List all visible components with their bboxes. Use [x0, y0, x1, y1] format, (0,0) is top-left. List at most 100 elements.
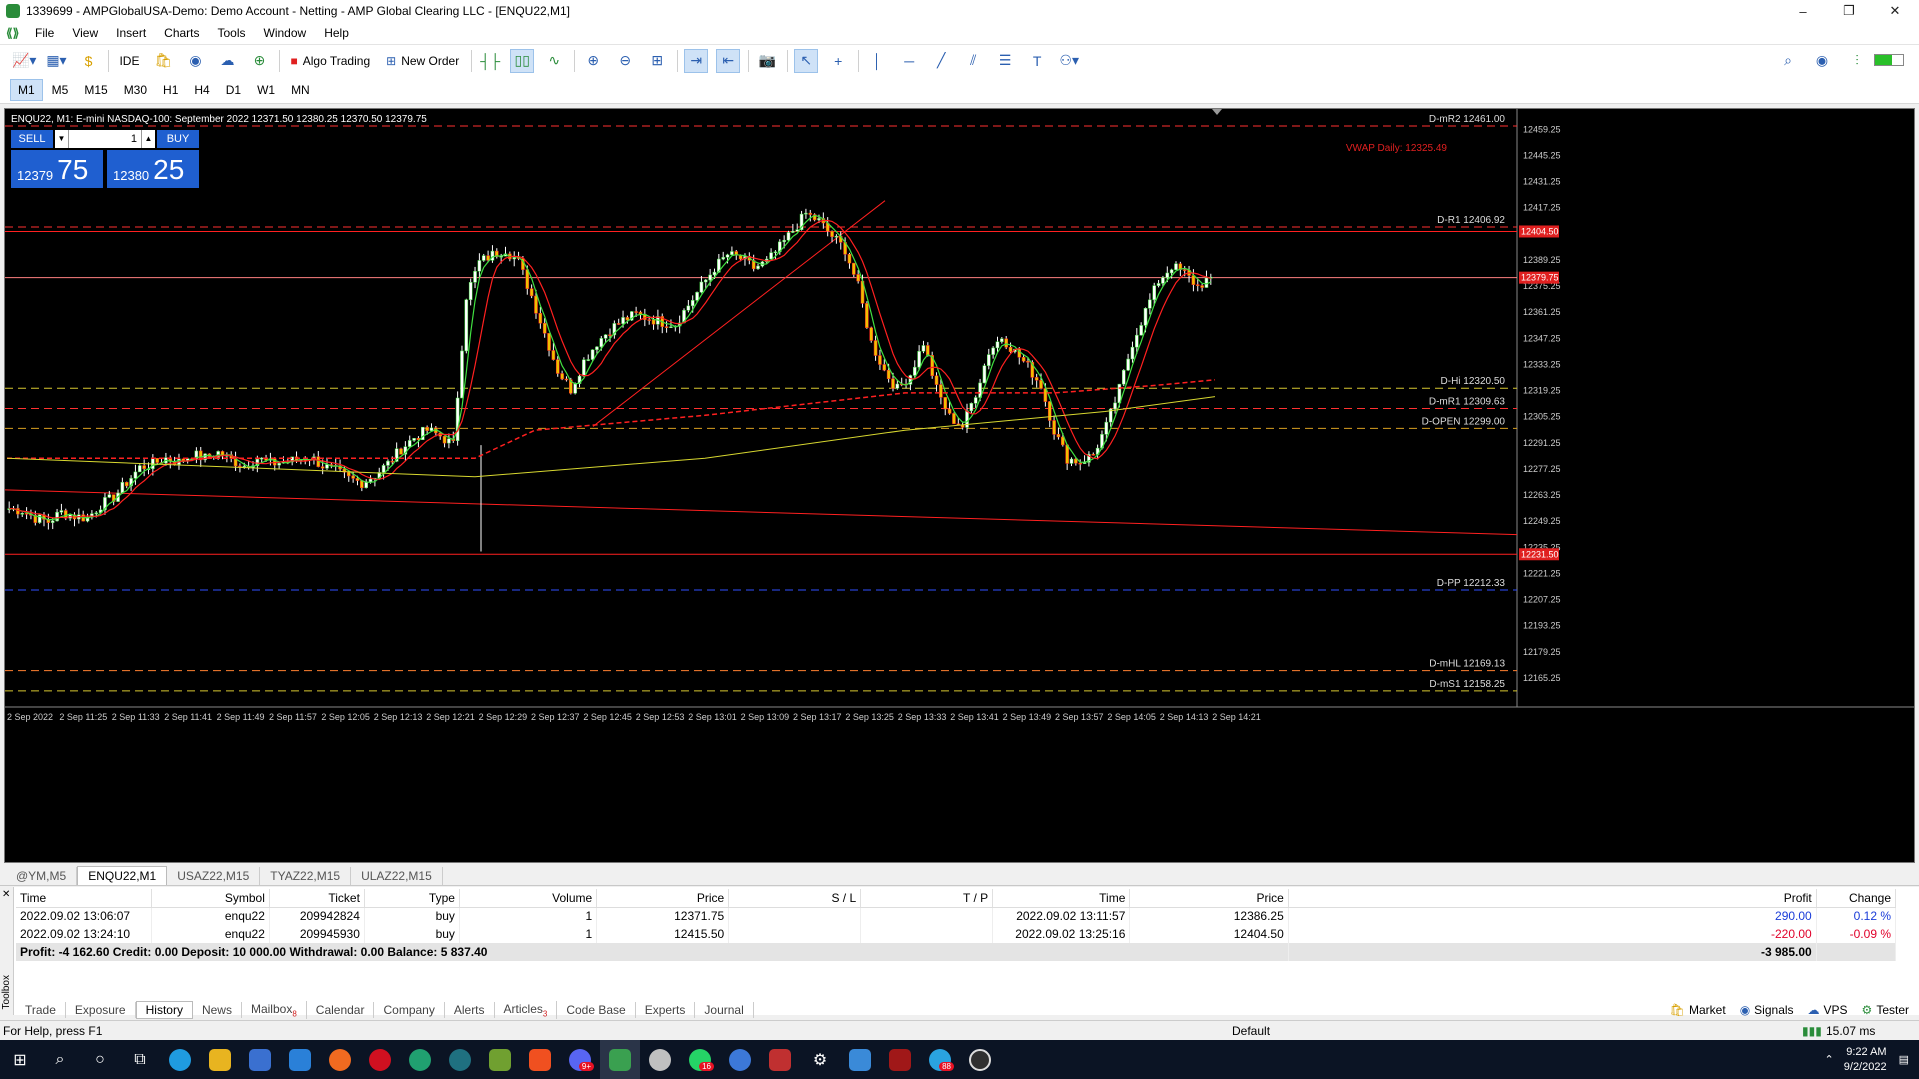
whatsapp-icon[interactable]: 16	[680, 1040, 720, 1079]
tile-windows-icon[interactable]: ⊞	[645, 49, 669, 73]
menu-file[interactable]: File	[26, 26, 63, 40]
tf-d1[interactable]: D1	[219, 80, 248, 100]
menu-view[interactable]: View	[63, 26, 107, 40]
zoom-in-icon[interactable]: ⊕	[581, 49, 605, 73]
ide-button[interactable]: IDE	[115, 49, 143, 73]
vps-icon[interactable]: ☁	[215, 49, 239, 73]
minimize-button[interactable]: –	[1780, 0, 1826, 22]
tf-mn[interactable]: MN	[284, 80, 317, 100]
tab-trade[interactable]: Trade	[16, 1002, 66, 1018]
profiles-icon[interactable]: ▦▾	[44, 49, 68, 73]
tray-chevron-icon[interactable]: ⌃	[1825, 1053, 1834, 1066]
qbittorrent-icon[interactable]	[720, 1040, 760, 1079]
clock[interactable]: 9:22 AM 9/2/2022	[1844, 1045, 1887, 1075]
tab-mailbox[interactable]: Mailbox8	[242, 1000, 307, 1020]
col-type[interactable]: Type	[364, 889, 460, 908]
horizontal-line-icon[interactable]: ─	[897, 49, 921, 73]
tab-experts[interactable]: Experts	[636, 1002, 696, 1018]
app-red-icon[interactable]	[880, 1040, 920, 1079]
price-chart[interactable]: D-mR2 12461.00 D-R1 12406.92 D-Hi 12320.50…	[5, 109, 1915, 863]
tab-calendar[interactable]: Calendar	[307, 1002, 375, 1018]
ask-price-button[interactable]: 12380 25	[107, 150, 199, 188]
tab-company[interactable]: Company	[374, 1002, 445, 1018]
tf-m30[interactable]: M30	[117, 80, 154, 100]
edge-icon[interactable]	[160, 1040, 200, 1079]
windows-start-icon[interactable]: ⊞	[0, 1040, 40, 1079]
task-view-icon[interactable]: ⧉	[120, 1040, 160, 1079]
bid-price-button[interactable]: 12379 75	[11, 150, 103, 188]
auto-scroll-icon[interactable]: ⇥	[684, 48, 709, 73]
discord-icon[interactable]: 9+	[560, 1040, 600, 1079]
chart-tab-tyaz22[interactable]: TYAZ22,M15	[260, 867, 352, 885]
col-tp[interactable]: T / P	[860, 889, 994, 908]
candlestick-icon[interactable]: ▯▯	[510, 48, 535, 73]
text-icon[interactable]: T	[1025, 49, 1049, 73]
menu-tools[interactable]: Tools	[209, 26, 255, 40]
search-icon[interactable]: ⌕	[1776, 48, 1800, 72]
opera-icon[interactable]	[360, 1040, 400, 1079]
new-order-button[interactable]: ⊞ New Order	[382, 49, 463, 73]
chart-tab-ym[interactable]: @YM,M5	[6, 867, 78, 885]
app-globe-icon[interactable]	[440, 1040, 480, 1079]
cursor-icon[interactable]: ↖	[794, 48, 819, 73]
table-row[interactable]: 2022.09.02 13:24:10 enqu22 209945930 buy…	[16, 925, 1897, 943]
notification-icon[interactable]: ▤	[1899, 1053, 1909, 1066]
close-button[interactable]: ✕	[1872, 0, 1918, 22]
tf-m5[interactable]: M5	[45, 80, 76, 100]
chart-tab-ulaz22[interactable]: ULAZ22,M15	[351, 867, 443, 885]
bar-chart-icon[interactable]: ┤├	[478, 49, 502, 73]
channel-icon[interactable]: ⫽	[961, 49, 985, 73]
col-close-time[interactable]: Time	[992, 889, 1131, 908]
tf-h1[interactable]: H1	[156, 80, 185, 100]
metatrader-icon[interactable]	[600, 1040, 640, 1079]
menu-window[interactable]: Window	[255, 26, 316, 40]
search-icon[interactable]: ⌕	[40, 1040, 80, 1079]
cortana-icon[interactable]: ○	[80, 1040, 120, 1079]
chart-tab-usaz22[interactable]: USAZ22,M15	[167, 867, 261, 885]
col-ticket[interactable]: Ticket	[269, 889, 365, 908]
menu-charts[interactable]: Charts	[155, 26, 208, 40]
tf-w1[interactable]: W1	[250, 80, 282, 100]
chart-window[interactable]: D-mR2 12461.00 D-R1 12406.92 D-Hi 12320.50…	[4, 108, 1915, 863]
signals-icon[interactable]: ◉	[183, 49, 207, 73]
account-icon[interactable]: ◉	[1810, 48, 1834, 72]
tab-code-base[interactable]: Code Base	[557, 1002, 636, 1018]
col-change[interactable]: Change	[1816, 889, 1897, 908]
vertical-line-icon[interactable]: │	[865, 49, 889, 73]
chart-shift-icon[interactable]: ⇤	[716, 48, 741, 73]
store-icon[interactable]	[240, 1040, 280, 1079]
symbols-icon[interactable]: $	[76, 49, 100, 73]
chart-type-icon[interactable]: 📈▾	[12, 49, 36, 73]
col-sl[interactable]: S / L	[728, 889, 862, 908]
table-row[interactable]: 2022.09.02 13:06:07 enqu22 209942824 buy…	[16, 907, 1897, 925]
fibonacci-icon[interactable]: ☰	[993, 49, 1017, 73]
mail-icon[interactable]	[280, 1040, 320, 1079]
lot-value[interactable]: 1	[69, 133, 141, 145]
col-price[interactable]: Price	[596, 889, 730, 908]
tab-articles[interactable]: Articles3	[495, 1000, 558, 1020]
tab-journal[interactable]: Journal	[695, 1002, 754, 1018]
tab-exposure[interactable]: Exposure	[66, 1002, 136, 1018]
screenshot-icon[interactable]: 📷	[755, 49, 779, 73]
obs-icon[interactable]	[960, 1040, 1000, 1079]
menu-help[interactable]: Help	[315, 26, 358, 40]
lot-up-icon[interactable]: ▲	[141, 130, 155, 148]
telegram-icon[interactable]: 88	[920, 1040, 960, 1079]
market-button[interactable]: 🛍 Market	[1670, 1003, 1726, 1017]
col-volume[interactable]: Volume	[459, 889, 598, 908]
col-symbol[interactable]: Symbol	[151, 889, 270, 908]
firefox-icon[interactable]	[320, 1040, 360, 1079]
globe-icon[interactable]: ⊕	[247, 49, 271, 73]
tab-alerts[interactable]: Alerts	[445, 1002, 495, 1018]
file-explorer-icon[interactable]	[200, 1040, 240, 1079]
signals-button[interactable]: ◉ Signals	[1740, 1003, 1794, 1017]
algo-trading-button[interactable]: ■ Algo Trading	[286, 49, 374, 73]
app-u-icon[interactable]	[400, 1040, 440, 1079]
lot-dropdown-icon[interactable]: ▼	[55, 130, 69, 148]
tf-h4[interactable]: H4	[187, 80, 216, 100]
app-chart-icon[interactable]	[480, 1040, 520, 1079]
tester-button[interactable]: ⚙ Tester	[1862, 1003, 1909, 1017]
lot-size-field[interactable]: ▼ 1 ▲	[55, 130, 155, 148]
buy-button[interactable]: BUY	[157, 130, 199, 148]
line-chart-icon[interactable]: ∿	[542, 49, 566, 73]
